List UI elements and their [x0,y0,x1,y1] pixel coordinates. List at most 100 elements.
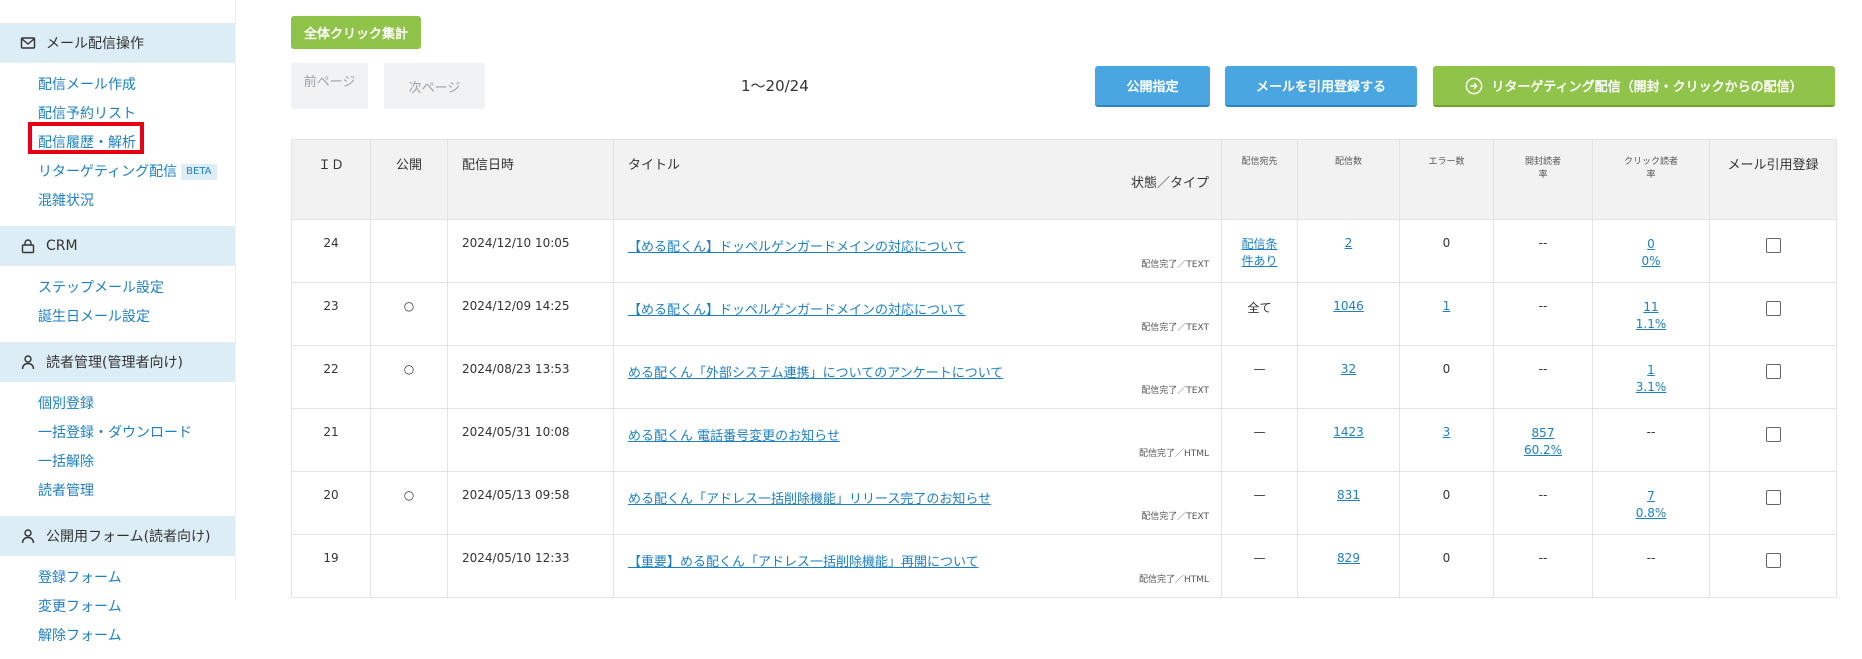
cell-dest: — [1221,408,1298,472]
open-rate-link[interactable]: 60.2% [1524,443,1562,457]
cell-click: 1 3.1% [1592,345,1710,409]
sidebar-section-title: メール配信操作 [46,36,144,52]
count-link[interactable]: 1423 [1333,425,1364,439]
cell-errors: 0 [1399,219,1494,283]
title-link[interactable]: 【める配くん】ドッペルゲンガードメインの対応について [628,303,966,318]
title-link[interactable]: める配くん「外部システム連携」についてのアンケートについて [628,366,1003,381]
prev-page-button[interactable]: 前ページ [291,63,368,109]
header-id[interactable]: ＩＤ [291,139,371,220]
errors-link[interactable]: 3 [1443,425,1451,439]
open-count-link[interactable]: 857 [1532,426,1555,440]
cell-public [370,534,448,598]
sidebar-item[interactable]: 誕生日メール設定 [38,303,235,332]
sidebar-item-label: 配信メール作成 [38,77,136,93]
cell-id: 22 [291,345,371,409]
header-public[interactable]: 公開 [370,139,448,220]
quote-checkbox[interactable] [1765,301,1781,316]
sidebar-item[interactable]: 一括登録・ダウンロード [38,419,235,448]
cell-id: 20 [291,471,371,535]
status-type: 配信完了／TEXT [1141,512,1209,522]
cell-click: 7 0.8% [1592,471,1710,535]
count-link[interactable]: 32 [1341,362,1356,376]
header-click-rate[interactable]: クリック読者 率 [1592,139,1710,220]
dest-link[interactable]: 配信条件あり [1240,236,1280,270]
dest-value: — [1253,425,1266,439]
title-link[interactable]: 【める配くん】ドッペルゲンガードメインの対応について [628,240,966,255]
click-rate-link[interactable]: 0.8% [1636,506,1667,520]
errors-value: 0 [1442,551,1451,565]
date-value: 2024/08/23 13:53 [462,362,570,376]
sidebar-section-header[interactable]: メール配信操作 [0,23,235,63]
quote-checkbox[interactable] [1765,553,1781,568]
click-rate-link[interactable]: 0% [1641,254,1660,268]
id-value: 20 [323,488,339,502]
cell-click: 11 1.1% [1592,282,1710,346]
header-title[interactable]: タイトル 状態／タイプ [613,139,1222,220]
click-rate-link[interactable]: 1.1% [1636,317,1667,331]
sidebar-item-label: リターゲティング配信 [38,164,178,180]
errors-link[interactable]: 1 [1443,299,1451,313]
header-date[interactable]: 配信日時 [447,139,614,220]
sidebar-section-header[interactable]: 公開用フォーム(読者向け) [0,516,235,556]
sidebar-item[interactable]: 解除フォーム [38,622,235,651]
sidebar-item-label: 個別登録 [38,396,94,412]
cell-click: 0 0% [1592,219,1710,283]
sidebar-item[interactable]: 登録フォーム [38,564,235,593]
errors-value: 0 [1442,488,1451,502]
arrow-circle-icon [1466,77,1483,94]
next-page-button[interactable]: 次ページ [384,63,485,109]
retarget-button[interactable]: リターゲティング配信（開封・クリックからの配信） [1433,66,1835,107]
header-open-rate[interactable]: 開封読者 率 [1493,139,1593,220]
count-link[interactable]: 831 [1337,488,1360,502]
cell-quote [1709,345,1837,409]
cell-errors: 0 [1399,471,1494,535]
count-link[interactable]: 1046 [1333,299,1364,313]
quote-checkbox[interactable] [1765,490,1781,505]
header-dest[interactable]: 配信宛先 [1221,139,1298,220]
quote-checkbox[interactable] [1765,238,1781,253]
click-count-link[interactable]: 11 [1643,300,1658,314]
table-row: 24 2024/12/10 10:05 【める配くん】ドッペルゲンガードメインの対応… [291,219,1837,283]
header-errors[interactable]: エラー数 [1399,139,1494,220]
main-content: 全体クリック集計 前ページ 次ページ 1〜20/24 公開指定 メールを引用登録… [291,0,1837,601]
sidebar-item-label: 混雑状況 [38,193,94,209]
click-rate-link[interactable]: 3.1% [1636,380,1667,394]
cell-errors: 1 [1399,282,1494,346]
click-count-link[interactable]: 0 [1647,237,1655,251]
cell-public: ○ [370,282,448,346]
beta-badge: BETA [181,164,217,180]
title-link[interactable]: める配くん「アドレス一括削除機能」リリース完了のお知らせ [628,492,991,507]
cell-id: 19 [291,534,371,598]
count-link[interactable]: 829 [1337,551,1360,565]
quote-checkbox[interactable] [1765,364,1781,379]
quote-register-button[interactable]: メールを引用登録する [1225,66,1417,107]
click-value: -- [1646,425,1656,439]
public-mark: ○ [403,299,415,313]
quote-checkbox[interactable] [1765,427,1781,442]
sidebar-section-header[interactable]: 読者管理(管理者向け) [0,342,235,382]
status-type: 配信完了／HTML [1138,575,1209,585]
click-count-link[interactable]: 7 [1647,489,1655,503]
sidebar-item[interactable]: 変更フォーム [38,593,235,622]
sidebar-item[interactable]: 配信メール作成 [38,71,235,100]
sidebar-item[interactable]: ステップメール設定 [38,274,235,303]
sidebar-item[interactable]: 一括解除 [38,448,235,477]
cell-id: 24 [291,219,371,283]
sidebar-item-label: 一括解除 [38,454,94,470]
sidebar-item-label: ステップメール設定 [38,280,164,296]
sidebar-item[interactable]: 混雑状況 [38,187,235,216]
sidebar-section-header[interactable]: CRM [0,226,235,266]
title-link[interactable]: 【重要】める配くん「アドレス一括削除機能」再開について [628,555,979,570]
sidebar-item[interactable]: 読者管理 [38,477,235,506]
sidebar-item[interactable]: リターゲティング配信 BETA [38,158,235,187]
click-count-link[interactable]: 1 [1647,363,1655,377]
status-type: 配信完了／HTML [1138,449,1209,459]
total-click-button[interactable]: 全体クリック集計 [291,16,421,49]
publish-button[interactable]: 公開指定 [1095,66,1210,107]
count-link[interactable]: 2 [1345,236,1353,250]
cell-errors: 0 [1399,345,1494,409]
title-link[interactable]: める配くん 電話番号変更のお知らせ [628,429,840,444]
sidebar-item[interactable]: 個別登録 [38,390,235,419]
cell-id: 23 [291,282,371,346]
header-count[interactable]: 配信数 [1297,139,1400,220]
